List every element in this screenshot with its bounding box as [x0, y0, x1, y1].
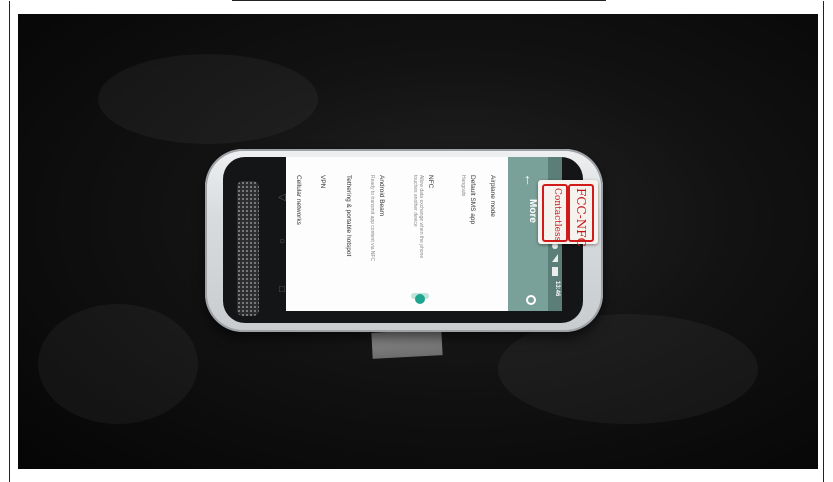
list-item-android-beam-sub: Ready to transmit app content via NFC	[369, 175, 375, 262]
list-item-default-sms[interactable]: Default SMS app	[469, 175, 476, 224]
frame-left-line	[9, 1, 10, 482]
frame-right-line	[823, 1, 824, 482]
list-item-nfc-sub: Allow data exchange when the phone touch…	[412, 175, 424, 261]
label-sticker: FCC-NFC Contactless	[538, 180, 598, 247]
list-item-airplane-mode[interactable]: Airplane mode	[489, 175, 496, 217]
surface-smudge	[38, 304, 198, 424]
phone-screen: 13:46 ← More Airplane mode Default SMS a…	[286, 157, 562, 311]
status-time: 13:46	[554, 281, 560, 297]
back-arrow-icon[interactable]: ←	[522, 173, 538, 187]
list-item-default-sms-sub: Hangouts	[460, 175, 466, 197]
nfc-toggle-thumb[interactable]	[415, 294, 425, 304]
sticker-box-2: Contactless	[542, 184, 568, 242]
sticker-box-1: FCC-NFC	[568, 184, 594, 247]
tape-strip	[371, 329, 443, 359]
list-item-cellular-networks[interactable]: Cellular networks	[295, 175, 302, 225]
search-icon[interactable]	[526, 295, 536, 305]
surface-smudge	[98, 54, 318, 144]
battery-icon	[552, 267, 558, 276]
speaker-grill	[237, 181, 259, 316]
list-item-vpn[interactable]: VPN	[319, 175, 326, 188]
page-title: More	[527, 199, 538, 223]
nfc-description: Allow data exchange when the phone touch…	[412, 175, 424, 259]
frame-top-line	[232, 0, 606, 1]
sticker-text-line2: Contactless	[552, 188, 562, 242]
list-item-android-beam[interactable]: Android Beam	[378, 175, 385, 216]
signal-icon	[552, 254, 558, 262]
list-item-nfc[interactable]: NFC	[427, 175, 434, 188]
sticker-text-line1: FCC-NFC	[574, 188, 588, 247]
list-item-tethering[interactable]: Tethering & portable hotspot	[345, 175, 352, 256]
